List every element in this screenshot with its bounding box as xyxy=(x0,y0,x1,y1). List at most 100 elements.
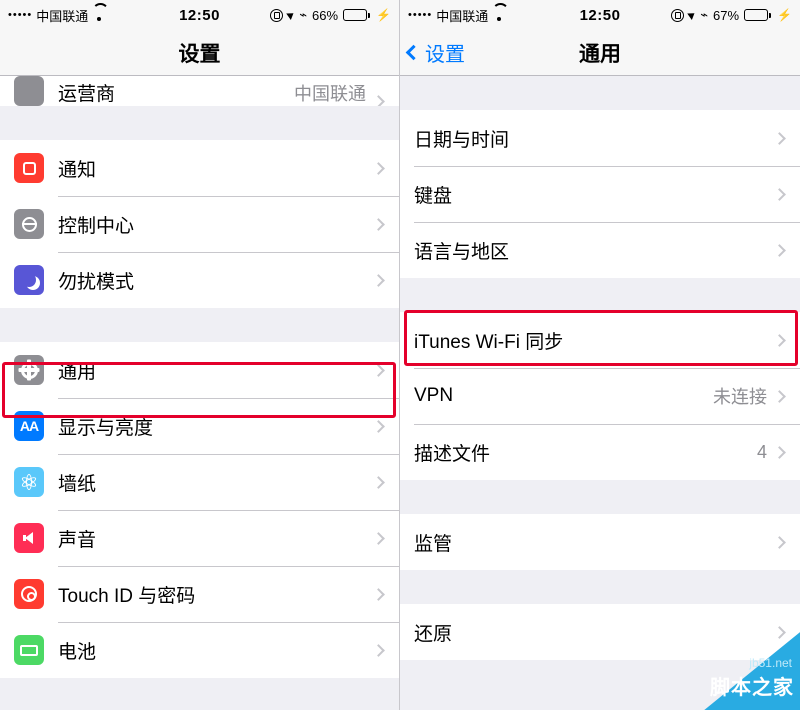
right-nav-bar: 设置 通用 xyxy=(400,30,800,76)
lightning-bolt-icon: ⚡ xyxy=(376,8,391,22)
wifi-icon xyxy=(492,9,507,21)
chevron-right-icon xyxy=(372,95,385,106)
right-status-bar: ••••• 中国联通 12:50 ⌁ 67% ⚡ xyxy=(400,0,800,30)
list-item-wallpaper[interactable]: 墙纸 xyxy=(0,454,399,510)
list-item-label: 电池 xyxy=(58,641,97,663)
list-item-notifications[interactable]: 通知 xyxy=(0,140,399,196)
list-item-itunes-wifi-sync[interactable]: iTunes Wi-Fi 同步 xyxy=(400,312,800,368)
list-item-label: Touch ID 与密码 xyxy=(58,585,196,607)
list-item-label: 描述文件 xyxy=(414,443,491,465)
chevron-right-icon xyxy=(372,419,385,433)
chevron-right-icon xyxy=(773,187,786,201)
list-group-notifications: 通知 控制中心 勿扰模式 xyxy=(0,140,399,308)
list-item-battery[interactable]: 电池 xyxy=(0,622,399,678)
rotation-lock-icon xyxy=(671,8,685,22)
lightning-bolt-icon: ⚡ xyxy=(777,8,792,22)
battery-indicator-icon xyxy=(343,9,371,21)
battery-icon xyxy=(14,635,44,665)
chevron-right-icon xyxy=(773,445,786,459)
list-item-label: 语言与地区 xyxy=(414,241,510,263)
carrier-label: 中国联通 xyxy=(36,8,89,24)
sound-icon xyxy=(14,523,44,553)
list-item-profiles[interactable]: 描述文件 4 xyxy=(400,424,800,480)
group-separator xyxy=(400,76,800,110)
list-group-general: 通用 AA 显示与亮度 墙纸 声音 Touch ID 与密码 电池 xyxy=(0,342,399,678)
chevron-right-icon xyxy=(372,643,385,657)
battery-percent-label: 67% xyxy=(713,7,740,23)
control-center-icon xyxy=(14,209,44,239)
list-item-sound[interactable]: 声音 xyxy=(0,510,399,566)
chevron-right-icon xyxy=(773,535,786,549)
chevron-right-icon xyxy=(372,363,385,377)
battery-percent-label: 66% xyxy=(312,7,339,23)
list-item-label: 勿扰模式 xyxy=(58,271,135,293)
list-item-label: VPN xyxy=(414,385,454,406)
watermark-name: 脚本之家 xyxy=(710,677,794,699)
chevron-right-icon xyxy=(372,587,385,601)
list-item-label: 显示与亮度 xyxy=(58,417,154,439)
list-item-label: 控制中心 xyxy=(58,215,135,237)
list-item-value: 未连接 xyxy=(713,387,767,407)
list-item-touch-id-passcode[interactable]: Touch ID 与密码 xyxy=(0,566,399,622)
touch-id-icon xyxy=(14,579,44,609)
list-group-sync: iTunes Wi-Fi 同步 VPN 未连接 描述文件 4 xyxy=(400,312,800,480)
chevron-right-icon xyxy=(773,131,786,145)
chevron-right-icon xyxy=(372,161,385,175)
list-item-display-brightness[interactable]: AA 显示与亮度 xyxy=(0,398,399,454)
list-item-do-not-disturb[interactable]: 勿扰模式 xyxy=(0,252,399,308)
carrier-label: 中国联通 xyxy=(436,8,489,24)
list-item-label: 通知 xyxy=(58,159,97,181)
chevron-left-icon xyxy=(405,44,422,61)
watermark: jb51.net 脚本之家 xyxy=(688,624,800,710)
status-right-group: ⌁ 66% ⚡ xyxy=(220,7,391,23)
group-separator xyxy=(0,106,399,140)
status-clock: 12:50 xyxy=(179,6,220,24)
bluetooth-icon: ⌁ xyxy=(700,7,709,22)
chevron-right-icon xyxy=(773,333,786,347)
chevron-right-icon xyxy=(372,217,385,231)
list-item-label: 日期与时间 xyxy=(414,129,510,151)
status-clock: 12:50 xyxy=(579,6,621,24)
list-item-control-center[interactable]: 控制中心 xyxy=(0,196,399,252)
list-item-date-time[interactable]: 日期与时间 xyxy=(400,110,800,166)
chevron-right-icon xyxy=(372,273,385,287)
status-left-group: ••••• 中国联通 xyxy=(8,6,179,25)
chevron-right-icon xyxy=(773,389,786,403)
battery-indicator-icon xyxy=(744,9,772,21)
chevron-right-icon xyxy=(372,475,385,489)
group-separator xyxy=(400,480,800,514)
list-item-label: 键盘 xyxy=(414,185,453,207)
notifications-icon xyxy=(14,153,44,183)
list-item-general[interactable]: 通用 xyxy=(0,342,399,398)
left-nav-bar: 设置 xyxy=(0,30,399,76)
list-item-carrier[interactable]: 运营商 中国联通 xyxy=(0,76,399,106)
list-item-language-region[interactable]: 语言与地区 xyxy=(400,222,800,278)
group-separator xyxy=(0,308,399,342)
do-not-disturb-icon xyxy=(14,265,44,295)
status-left-group: ••••• 中国联通 xyxy=(408,6,580,25)
right-screen-general: ••••• 中国联通 12:50 ⌁ 67% ⚡ 设置 通用 日期与时间 键盘 … xyxy=(400,0,800,710)
list-item-vpn[interactable]: VPN 未连接 xyxy=(400,368,800,424)
list-group-supervision: 监管 xyxy=(400,514,800,570)
list-item-label: 运营商 xyxy=(58,84,116,105)
signal-dots-icon: ••••• xyxy=(8,9,33,21)
display-brightness-icon: AA xyxy=(14,411,44,441)
location-arrow-icon xyxy=(687,10,697,20)
list-item-supervision[interactable]: 监管 xyxy=(400,514,800,570)
gear-icon xyxy=(14,355,44,385)
list-item-keyboard[interactable]: 键盘 xyxy=(400,166,800,222)
list-group-carrier: 运营商 中国联通 xyxy=(0,76,399,106)
list-item-value: 中国联通 xyxy=(294,84,366,104)
back-button[interactable]: 设置 xyxy=(400,38,465,67)
back-button-label: 设置 xyxy=(425,44,465,66)
wifi-icon xyxy=(92,9,107,21)
list-item-label: 监管 xyxy=(414,533,453,555)
group-separator xyxy=(400,570,800,604)
list-group-datetime: 日期与时间 键盘 语言与地区 xyxy=(400,110,800,278)
chevron-right-icon xyxy=(773,243,786,257)
bluetooth-icon: ⌁ xyxy=(299,7,308,22)
signal-dots-icon: ••••• xyxy=(408,9,433,21)
list-item-label: 墙纸 xyxy=(58,473,97,495)
carrier-icon xyxy=(14,76,44,106)
list-item-label: 通用 xyxy=(58,361,97,383)
